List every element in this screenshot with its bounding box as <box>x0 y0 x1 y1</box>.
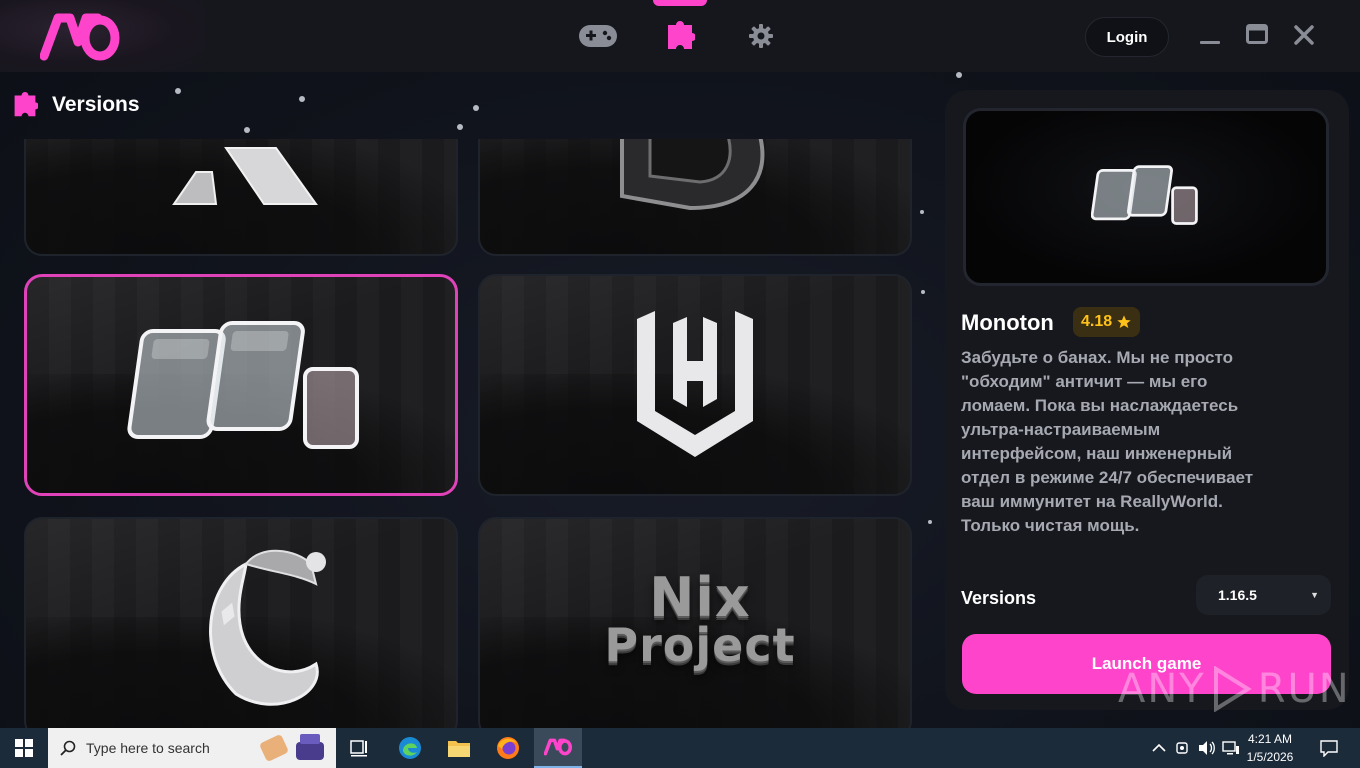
webcam-icon <box>1176 742 1188 754</box>
version-name: Monoton <box>961 310 1054 335</box>
gear-icon <box>749 24 773 48</box>
version-preview <box>963 108 1329 286</box>
taskbar: Type here to search 4:21 AM 1/5/2026 <box>0 728 1360 768</box>
clock-time: 4:21 AM <box>1247 732 1293 746</box>
task-view-button[interactable] <box>336 728 384 768</box>
app-logo-icon <box>544 738 572 756</box>
versions-grid: Nix Project <box>24 139 914 728</box>
version-logo <box>172 147 318 205</box>
search-placeholder: Type here to search <box>86 740 210 756</box>
play-icon <box>1213 666 1252 712</box>
firefox-icon <box>497 737 519 759</box>
chevron-down-icon: ▼ <box>1310 590 1319 600</box>
launcher-window: Login Versions Nix Project Monoton 4.18 … <box>0 0 1360 728</box>
details-panel: Monoton 4.18 Забудьте о банах. Мы не про… <box>945 90 1349 710</box>
card-monoton[interactable] <box>24 274 458 496</box>
close-icon <box>1294 25 1314 45</box>
clock-date: 1/5/2026 <box>1246 750 1294 764</box>
search-highlight-icon <box>260 734 324 761</box>
lw-logo <box>637 311 753 457</box>
tray-device-icon[interactable] <box>1172 728 1194 768</box>
nav-settings-tab[interactable] <box>731 0 791 72</box>
start-button[interactable] <box>0 728 48 768</box>
monoton-logo <box>127 321 359 449</box>
tray-volume[interactable] <box>1196 728 1218 768</box>
nav-versions-tab[interactable] <box>650 0 710 72</box>
firefox-button[interactable] <box>484 728 532 768</box>
section-title: Versions <box>52 93 140 116</box>
puzzle-icon <box>14 92 38 117</box>
anyrun-watermark: ANY RUN <box>1118 666 1351 712</box>
folder-icon <box>448 741 470 757</box>
card-partial-left-logo[interactable] <box>24 139 458 256</box>
watermark-text-right: RUN <box>1257 666 1351 712</box>
close-button[interactable] <box>1289 20 1319 50</box>
nav-games-tab[interactable] <box>568 0 628 72</box>
taskbar-search[interactable]: Type here to search <box>48 728 336 768</box>
version-description: Забудьте о банах. Мы не просто "обходим"… <box>961 348 1254 535</box>
windows-icon <box>15 739 33 757</box>
monoton-preview-logo <box>1091 165 1198 225</box>
rating-value: 4.18 <box>1081 313 1113 330</box>
card-lw-logo[interactable] <box>478 274 912 496</box>
nix-logo-line1: Nix <box>649 566 751 629</box>
version-select[interactable]: 1.16.5 ▼ <box>1196 575 1331 615</box>
edge-icon <box>399 737 421 759</box>
card-moon-logo[interactable] <box>24 517 458 728</box>
selected-version: 1.16.5 <box>1218 587 1257 603</box>
section-heading: Versions <box>12 92 140 118</box>
edge-button[interactable] <box>386 728 434 768</box>
rating-badge: 4.18 <box>1073 307 1141 337</box>
puzzle-icon <box>668 21 695 49</box>
explorer-button[interactable] <box>435 728 483 768</box>
versions-label: Versions <box>961 588 1037 608</box>
maximize-icon <box>1246 24 1268 44</box>
task-view-icon <box>350 740 367 757</box>
star-icon <box>1117 315 1131 328</box>
card-nix-project[interactable]: Nix Project <box>478 517 912 728</box>
nix-logo-line2: Project <box>604 617 796 672</box>
notification-icon <box>1320 740 1338 757</box>
notifications-button[interactable] <box>1314 728 1344 768</box>
taskbar-clock[interactable]: 4:21 AM 1/5/2026 <box>1240 730 1300 766</box>
launcher-taskbar-button[interactable] <box>534 728 582 768</box>
search-icon <box>60 740 76 756</box>
gamepad-icon <box>579 25 617 47</box>
title-bar: Login <box>0 0 1360 72</box>
moon-logo <box>209 549 326 706</box>
version-logo <box>620 139 765 211</box>
network-icon <box>1222 741 1239 755</box>
card-partial-right-logo[interactable] <box>478 139 912 256</box>
nix-project-logo: Nix Project <box>590 566 810 672</box>
minimize-icon <box>1200 41 1220 44</box>
app-logo <box>40 13 120 61</box>
minimize-button[interactable] <box>1195 20 1225 50</box>
tray-network[interactable] <box>1220 728 1242 768</box>
chevron-up-icon <box>1152 743 1166 752</box>
watermark-text-left: ANY <box>1118 666 1206 712</box>
tray-overflow-button[interactable] <box>1148 728 1170 768</box>
volume-icon <box>1199 741 1215 755</box>
login-button[interactable]: Login <box>1085 17 1169 57</box>
maximize-button[interactable] <box>1242 20 1272 50</box>
